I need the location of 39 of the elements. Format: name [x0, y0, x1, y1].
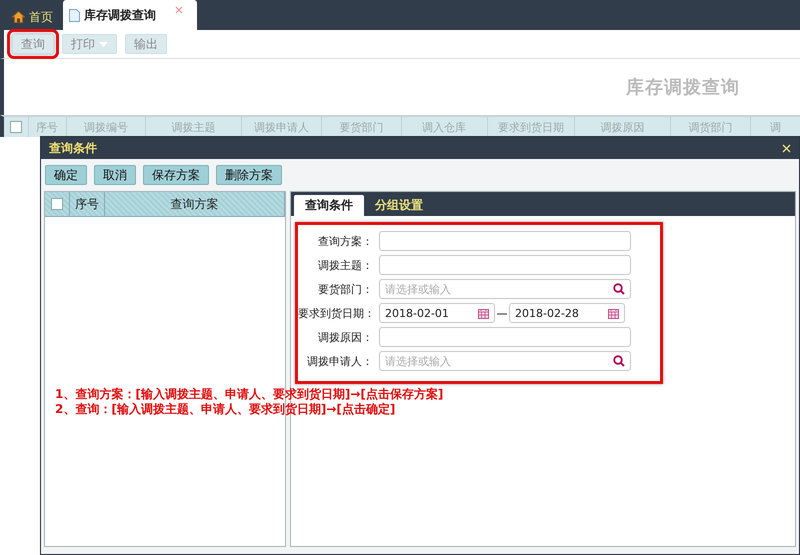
instruction-text: 2、查询：[输入调拨主题、申请人、要求到货日期]→[点击确定] [55, 402, 396, 417]
range-separator: — [496, 306, 508, 320]
tab[interactable]: 查询条件 [294, 195, 364, 216]
date-field[interactable]: 2018-02-01 [379, 303, 495, 323]
column-header[interactable]: 查询方案 [105, 192, 285, 216]
field-label: 调拨主题： [317, 258, 373, 272]
toolbar-button[interactable]: 打印 [62, 34, 117, 54]
field-label: 要货部门： [317, 282, 373, 296]
date-field[interactable]: 2018-02-28 [509, 303, 625, 323]
search-icon[interactable] [613, 355, 625, 367]
home-icon [12, 11, 25, 23]
dialog-button[interactable]: 删除方案 [216, 165, 282, 185]
input-field[interactable] [379, 255, 631, 275]
tab[interactable]: 库存调拨查询 [63, 0, 197, 30]
checkbox[interactable] [51, 198, 63, 210]
dialog-title: 查询条件 [49, 140, 97, 156]
dialog-button[interactable]: 取消 [94, 165, 136, 185]
document-icon [69, 8, 80, 22]
input-field[interactable] [379, 327, 631, 347]
page-title: 库存调拨查询 [626, 76, 740, 99]
checkbox[interactable] [10, 121, 22, 133]
instruction-text: 1、查询方案：[输入调拨主题、申请人、要求到货日期]→[点击保存方案] [55, 387, 444, 402]
input-field[interactable] [379, 231, 631, 251]
calendar-icon[interactable] [608, 308, 619, 318]
caret-icon [99, 42, 108, 46]
input-field[interactable]: 请选择或输入 [379, 351, 631, 371]
tab[interactable]: 分组设置 [364, 195, 434, 216]
dialog-button[interactable]: 确定 [45, 165, 87, 185]
search-icon[interactable] [613, 283, 625, 295]
field-label: 调拨申请人： [306, 354, 373, 368]
field-label: 调拨原因： [317, 330, 373, 344]
dialog-button[interactable]: 保存方案 [143, 165, 209, 185]
calendar-icon[interactable] [478, 308, 489, 318]
field-label: 要求到货日期： [298, 306, 373, 320]
input-field[interactable]: 请选择或输入 [379, 279, 631, 299]
toolbar-button[interactable]: 输出 [125, 34, 167, 54]
tab[interactable]: 首页 [6, 4, 59, 30]
field-label: 查询方案： [317, 234, 373, 248]
column-header[interactable]: 序号 [70, 192, 105, 216]
